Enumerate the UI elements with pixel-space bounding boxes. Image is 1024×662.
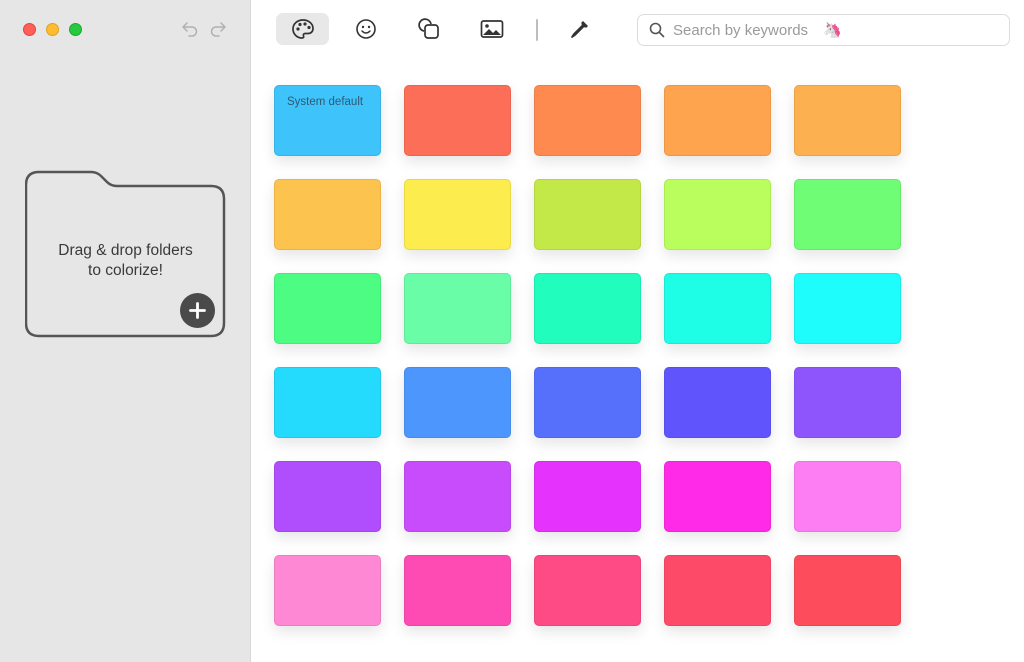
- color-swatch[interactable]: [664, 555, 771, 626]
- maximize-window-button[interactable]: [69, 23, 82, 36]
- color-swatch[interactable]: [534, 273, 641, 344]
- color-swatch[interactable]: [404, 179, 511, 250]
- app-window: Drag & drop folders to colorize! Search …: [0, 0, 1024, 662]
- dropzone-text-line1: Drag & drop folders: [58, 242, 193, 259]
- color-swatch[interactable]: [274, 555, 381, 626]
- search-bar[interactable]: 🦄: [637, 14, 1010, 46]
- color-swatch[interactable]: [404, 461, 511, 532]
- toolbar-separator: [536, 19, 538, 41]
- color-swatch[interactable]: [794, 555, 901, 626]
- unicorn-emoji-icon: 🦄: [823, 22, 842, 39]
- color-swatch[interactable]: [664, 273, 771, 344]
- redo-icon: [210, 22, 226, 37]
- color-swatch[interactable]: [404, 367, 511, 438]
- undo-button[interactable]: [180, 19, 200, 39]
- close-window-button[interactable]: [23, 23, 36, 36]
- eyedropper-icon: [570, 21, 588, 38]
- color-swatch[interactable]: [664, 367, 771, 438]
- color-swatch[interactable]: [664, 85, 771, 156]
- minimize-window-button[interactable]: [46, 23, 59, 36]
- color-swatch[interactable]: [534, 367, 641, 438]
- image-icon: [480, 20, 503, 38]
- dropzone-text: Drag & drop folders to colorize!: [25, 241, 226, 281]
- color-swatch[interactable]: [534, 461, 641, 532]
- shapes-tab[interactable]: [402, 13, 455, 45]
- shapes-icon: [417, 18, 439, 39]
- color-swatch[interactable]: [274, 273, 381, 344]
- palette-icon: [291, 19, 314, 39]
- add-folder-button[interactable]: [180, 293, 215, 328]
- color-swatch[interactable]: [794, 367, 901, 438]
- color-swatch[interactable]: [664, 179, 771, 250]
- plus-icon: [189, 302, 206, 319]
- search-icon: [649, 22, 665, 38]
- undo-icon: [182, 22, 198, 37]
- system-default-swatch[interactable]: System default: [274, 85, 381, 156]
- color-swatch[interactable]: [794, 85, 901, 156]
- color-swatch[interactable]: [534, 85, 641, 156]
- redo-button[interactable]: [208, 19, 228, 39]
- color-swatch[interactable]: [534, 179, 641, 250]
- emoji-icon: [355, 19, 376, 39]
- sidebar: Drag & drop folders to colorize!: [0, 0, 251, 662]
- image-tab[interactable]: [465, 13, 518, 45]
- toolbar: 🦄: [252, 0, 1024, 62]
- color-swatch[interactable]: [404, 273, 511, 344]
- color-swatch[interactable]: [794, 179, 901, 250]
- system-default-label: System default: [287, 96, 364, 108]
- color-swatch[interactable]: [664, 461, 771, 532]
- eyedropper-button[interactable]: [553, 13, 606, 45]
- color-swatch[interactable]: [274, 179, 381, 250]
- palette-tab[interactable]: [276, 13, 329, 45]
- emoji-tab[interactable]: [339, 13, 392, 45]
- color-swatch[interactable]: [534, 555, 641, 626]
- dropzone-text-line2: to colorize!: [88, 262, 163, 279]
- color-swatch[interactable]: [404, 85, 511, 156]
- color-swatch[interactable]: [404, 555, 511, 626]
- color-swatch[interactable]: [274, 367, 381, 438]
- color-swatch[interactable]: [274, 461, 381, 532]
- color-swatch[interactable]: [794, 461, 901, 532]
- color-swatch[interactable]: [794, 273, 901, 344]
- folder-drop-zone[interactable]: Drag & drop folders to colorize!: [25, 170, 226, 338]
